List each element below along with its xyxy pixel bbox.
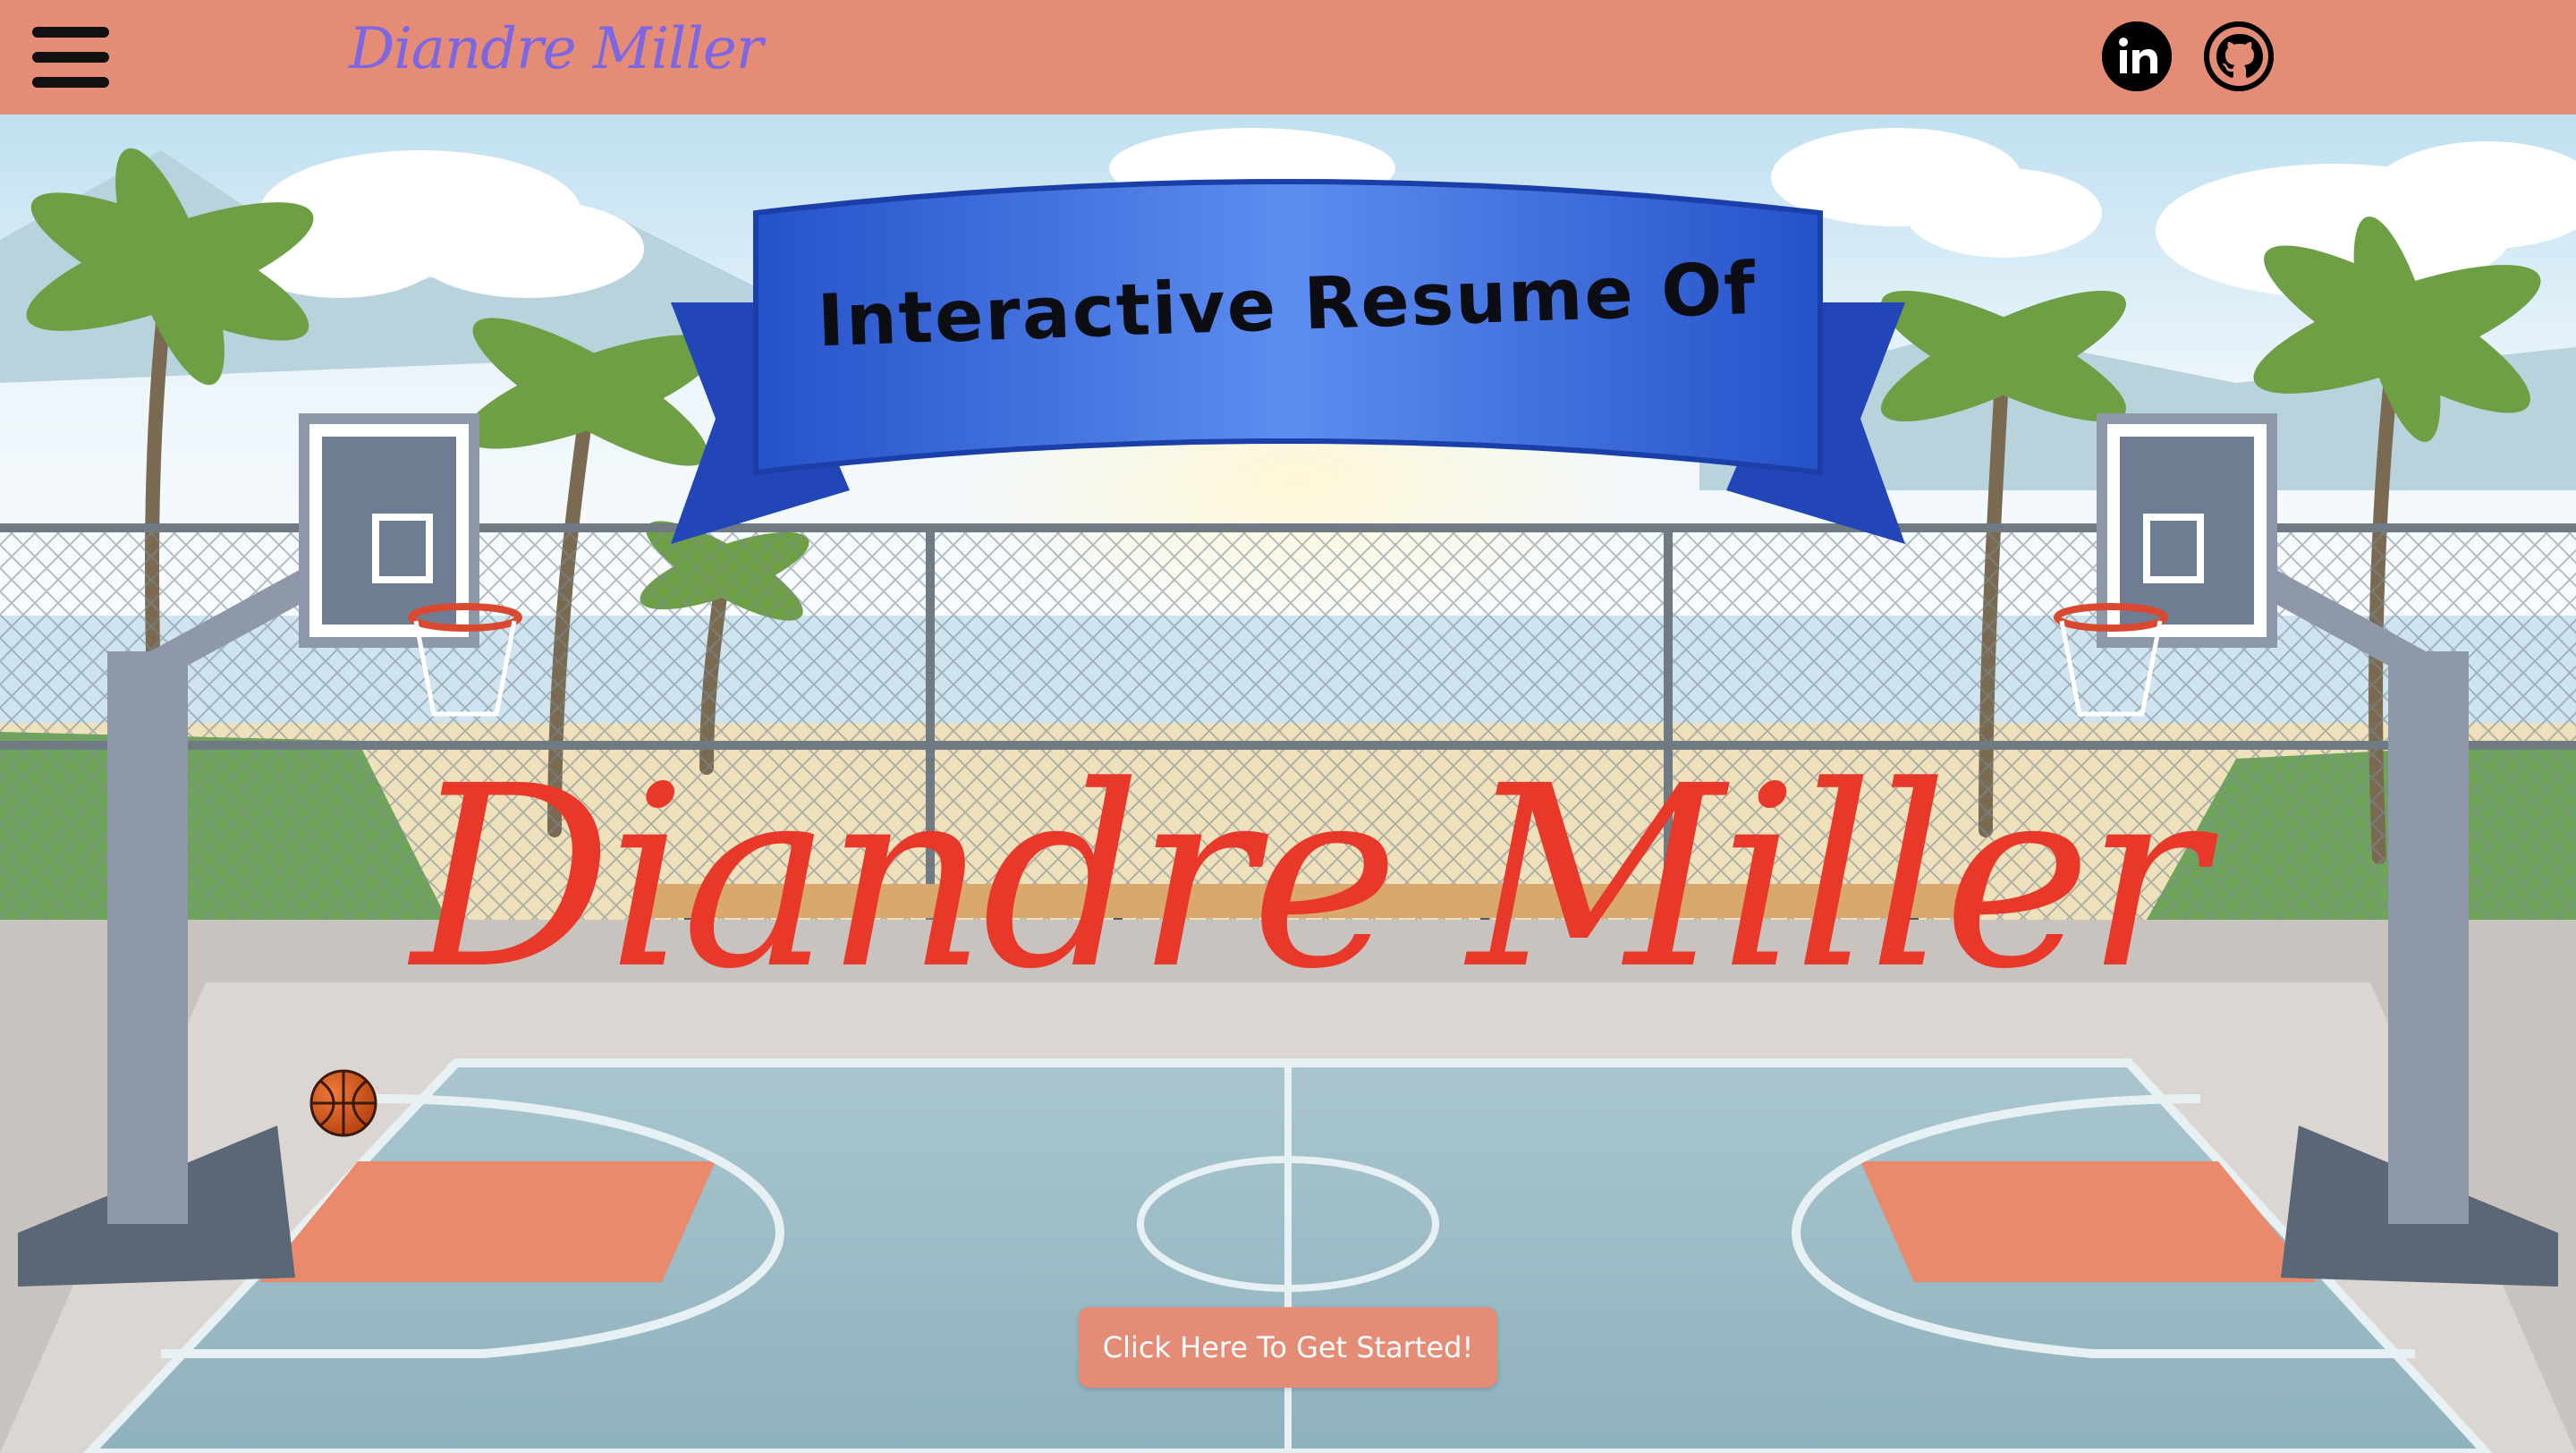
basketball-court-illustration: Interactive Resume Of Diandre Miller: [0, 115, 2576, 1453]
get-started-button[interactable]: Click Here To Get Started!: [1079, 1307, 1497, 1388]
hamburger-menu-icon[interactable]: [32, 27, 109, 88]
hero-scene: Interactive Resume Of Diandre Miller: [0, 115, 2576, 1453]
hero-name: Diandre Miller: [408, 733, 2219, 1024]
github-icon[interactable]: [2204, 21, 2274, 91]
basketball-icon[interactable]: [309, 1069, 377, 1137]
linkedin-icon[interactable]: [2102, 21, 2172, 91]
top-navbar: Diandre Miller: [0, 0, 2576, 115]
brand-logo-text[interactable]: Diandre Miller: [349, 16, 763, 82]
